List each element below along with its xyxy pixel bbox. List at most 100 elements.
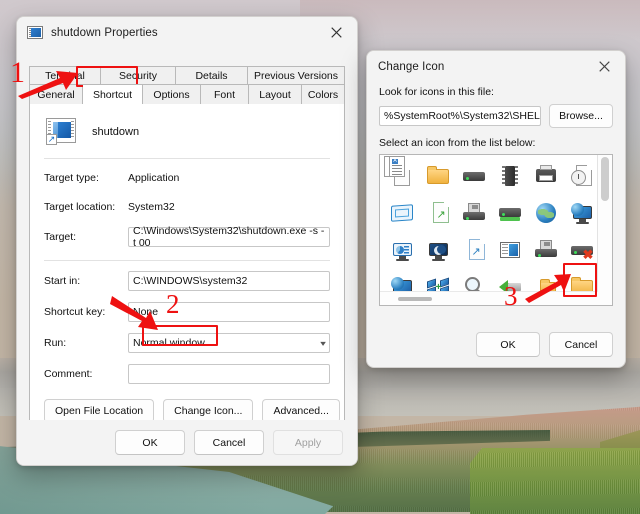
shutdown-properties-window: shutdown Properties Terminal Security De… xyxy=(16,16,358,466)
field-target-label: Target: xyxy=(44,231,77,243)
tab-previous-versions-label: Previous Versions xyxy=(253,69,339,82)
screen: shutdown Properties Terminal Security De… xyxy=(0,0,640,514)
shortcut-tab-page: ↗ shutdown Target type: Application Targ… xyxy=(29,104,345,465)
network-computer-icon[interactable] xyxy=(568,199,595,226)
select-icon-label: Select an icon from the list below: xyxy=(379,137,536,149)
change-icon-cancel-button[interactable]: Cancel xyxy=(549,332,613,357)
change-icon-dialog: Change Icon Look for icons in this file:… xyxy=(366,50,626,368)
share-arrow-icon[interactable]: ↗ xyxy=(424,199,451,226)
browse-button[interactable]: Browse... xyxy=(549,104,613,128)
tab-options-label: Options xyxy=(153,88,190,101)
browse-button-label: Browse... xyxy=(559,110,603,122)
change-icon-cancel-label: Cancel xyxy=(564,338,598,351)
field-target-location: Target location: System32 xyxy=(44,197,330,217)
tab-terminal[interactable]: Terminal xyxy=(29,66,101,85)
icon-list-horizontal-scrollbar[interactable] xyxy=(380,291,598,305)
tab-previous-versions[interactable]: Previous Versions xyxy=(248,66,345,85)
tab-font[interactable]: Font xyxy=(201,85,249,104)
change-icon-body: Look for icons in this file: %SystemRoot… xyxy=(367,82,625,367)
tab-layout[interactable]: Layout xyxy=(249,85,302,104)
tab-security[interactable]: Security xyxy=(101,66,176,85)
text-document-icon[interactable]: A xyxy=(384,155,405,177)
explorer-window-icon[interactable] xyxy=(496,236,523,263)
icon-file-input[interactable]: %SystemRoot%\System32\SHELL32 xyxy=(379,106,541,126)
field-start-in: Start in: C:\WINDOWS\system32 xyxy=(44,270,330,292)
look-for-icons-label: Look for icons in this file: xyxy=(379,86,494,98)
recent-document-clock-icon[interactable] xyxy=(568,162,595,189)
tab-terminal-label: Terminal xyxy=(45,69,85,82)
field-target-location-value: System32 xyxy=(128,201,175,213)
ok-button[interactable]: OK xyxy=(115,430,185,455)
icon-list[interactable]: ↗ A ↗ ✖ + xyxy=(379,154,613,306)
divider xyxy=(44,260,330,261)
sleep-monitor-icon[interactable] xyxy=(424,236,451,263)
advanced-label: Advanced... xyxy=(273,405,329,417)
tab-general-label: General xyxy=(37,88,75,101)
apply-button[interactable]: Apply xyxy=(273,430,343,455)
printer-icon[interactable] xyxy=(532,162,559,189)
tab-font-label: Font xyxy=(213,88,235,101)
tab-details[interactable]: Details xyxy=(176,66,248,85)
apply-button-label: Apply xyxy=(294,436,322,449)
shortcut-app-icon xyxy=(27,25,43,41)
tab-options[interactable]: Options xyxy=(143,85,201,104)
tab-row-lower: General Shortcut Options Font Layout Col… xyxy=(29,84,345,104)
run-select[interactable]: Normal window ▾ xyxy=(128,333,330,353)
field-shortcut-key-label: Shortcut key: xyxy=(44,306,106,318)
tab-colors[interactable]: Colors xyxy=(302,85,345,104)
divider xyxy=(44,158,330,159)
globe-internet-icon[interactable] xyxy=(532,199,559,226)
change-icon-title: Change Icon xyxy=(378,60,445,73)
hard-drive-icon[interactable] xyxy=(460,162,487,189)
change-icon-ok-label: OK xyxy=(500,338,516,351)
shortcut-key-input[interactable]: None xyxy=(128,302,330,322)
change-icon-label: Change Icon... xyxy=(174,405,243,417)
icon-list-vertical-scrollbar[interactable] xyxy=(597,155,612,305)
tab-colors-label: Colors xyxy=(307,88,339,101)
tab-shortcut[interactable]: Shortcut xyxy=(83,84,143,104)
floppy-disk-drive-icon[interactable] xyxy=(532,236,559,263)
presentation-display-icon[interactable] xyxy=(388,236,415,263)
properties-body: Terminal Security Details Previous Versi… xyxy=(17,48,357,465)
field-comment-label: Comment: xyxy=(44,368,93,380)
tab-layout-label: Layout xyxy=(259,88,291,101)
floppy-drive-icon[interactable] xyxy=(460,199,487,226)
icon-list-vertical-thumb[interactable] xyxy=(601,157,609,201)
tab-security-label: Security xyxy=(119,69,157,82)
shortcut-arrow-icon[interactable]: ↗ xyxy=(460,236,487,263)
change-icon-ok-button[interactable]: OK xyxy=(476,332,540,357)
network-drive-icon[interactable] xyxy=(496,199,523,226)
close-icon[interactable] xyxy=(315,17,357,48)
icon-list-horizontal-thumb[interactable] xyxy=(398,297,432,301)
properties-window-title: shutdown Properties xyxy=(51,26,158,39)
start-in-input[interactable]: C:\WINDOWS\system32 xyxy=(128,271,330,291)
target-input[interactable]: C:\Windows\System32\shutdown.exe -s -t 0… xyxy=(128,225,330,249)
field-run: Run: Normal window ▾ xyxy=(44,332,330,354)
tab-row-upper: Terminal Security Details Previous Versi… xyxy=(29,66,345,85)
comment-input[interactable] xyxy=(128,364,330,384)
shortcut-name-label: shutdown xyxy=(92,126,140,138)
close-icon[interactable] xyxy=(583,51,625,82)
change-icon-command-bar: OK Cancel xyxy=(476,332,613,357)
cancel-button[interactable]: Cancel xyxy=(194,430,264,455)
disconnected-network-drive-icon[interactable]: ✖ xyxy=(568,236,595,263)
window-icon[interactable] xyxy=(388,199,415,226)
field-target: Target: C:\Windows\System32\shutdown.exe… xyxy=(44,225,330,249)
memory-chip-icon[interactable] xyxy=(496,162,523,189)
field-target-type-value: Application xyxy=(128,172,180,184)
field-comment: Comment: xyxy=(44,363,330,385)
shortcut-large-icon: ↗ xyxy=(46,118,76,146)
ok-button-label: OK xyxy=(142,436,158,449)
shortcut-header: ↗ shutdown xyxy=(30,104,344,146)
properties-command-bar: OK Cancel Apply xyxy=(17,420,357,465)
cancel-button-label: Cancel xyxy=(212,436,246,449)
field-target-type: Target type: Application xyxy=(44,168,330,188)
change-icon-titlebar: Change Icon xyxy=(367,51,625,82)
tab-general[interactable]: General xyxy=(29,85,83,104)
properties-tabs: Terminal Security Details Previous Versi… xyxy=(29,66,345,104)
field-run-label: Run: xyxy=(44,337,67,349)
field-target-type-label: Target type: xyxy=(44,172,99,184)
field-shortcut-key: Shortcut key: None xyxy=(44,301,330,323)
icon-grid: ↗ A ↗ ✖ + xyxy=(380,155,598,305)
folder-icon[interactable] xyxy=(424,162,451,189)
